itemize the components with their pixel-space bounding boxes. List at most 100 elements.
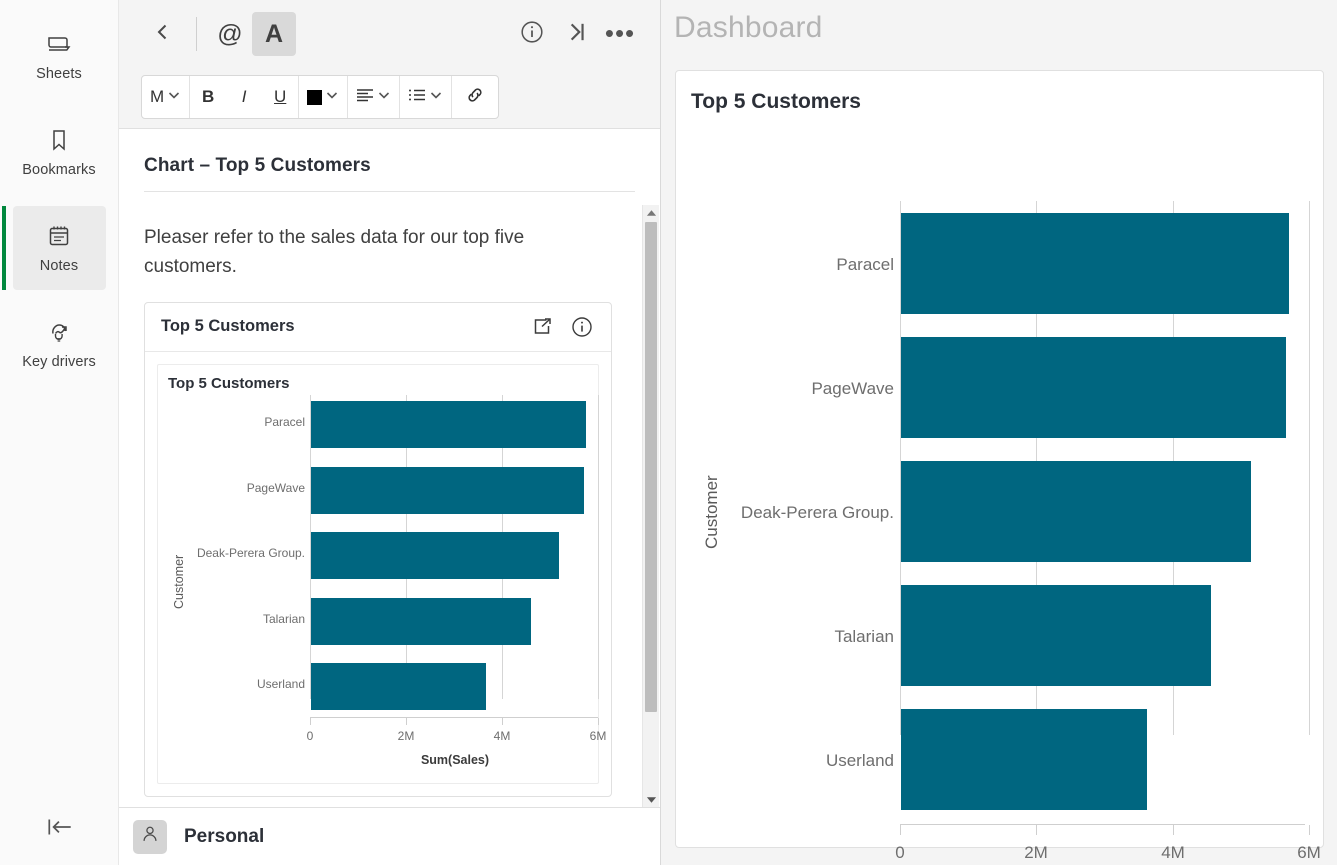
format-group-link — [452, 76, 498, 118]
bold-label: B — [202, 87, 215, 106]
link-icon — [465, 85, 485, 110]
share-export-icon[interactable] — [527, 312, 557, 342]
back-button[interactable] — [141, 12, 185, 56]
bar-paracel[interactable] — [901, 213, 1289, 314]
bold-button[interactable]: B — [190, 76, 226, 118]
main-bar-chart[interactable]: Paracel PageWave Deak-Perera Group. Tala… — [676, 119, 1323, 862]
xtick-label-0: 0 — [306, 728, 314, 743]
tickmark-6m — [1309, 825, 1310, 835]
notes-toolbar-row-format: M B I U — [119, 68, 660, 126]
xtick-label-2m: 2M — [1024, 843, 1048, 862]
sidebar-item-notes[interactable]: Notes — [1, 206, 106, 290]
bar-talarian[interactable] — [901, 585, 1211, 686]
tickmark-0 — [900, 825, 901, 835]
format-bar: M B I U — [141, 75, 500, 119]
dashboard-chart-card[interactable]: Top 5 Customers Paracel PageWave Deak-Pe… — [675, 70, 1324, 862]
bulleted-list-icon — [408, 87, 426, 107]
notes-scrollbar[interactable] — [642, 205, 659, 808]
bar-deak-perera-group[interactable] — [901, 461, 1251, 562]
scroll-up-arrow-icon[interactable] — [643, 205, 660, 221]
notes-footer: Personal — [119, 807, 660, 865]
more-horizontal-icon: ••• — [604, 18, 636, 49]
sidebar-item-label: Sheets — [36, 65, 82, 82]
underline-label: U — [274, 87, 287, 106]
bar-talarian[interactable] — [311, 597, 531, 645]
list-dropdown[interactable] — [400, 76, 451, 118]
key-drivers-icon — [46, 319, 72, 345]
mention-button[interactable]: @ — [208, 12, 252, 56]
format-group-list — [400, 76, 453, 118]
chevron-down-icon — [167, 87, 181, 107]
dashboard-panel: Dashboard Top 5 Customers Paracel PageWa… — [661, 0, 1337, 865]
note-header: Chart – Top 5 Customers — [119, 129, 660, 206]
notes-toolbar-row-primary: @ A ••• — [119, 0, 660, 68]
sidebar-item-bookmarks[interactable]: Bookmarks — [13, 110, 106, 194]
align-dropdown[interactable] — [348, 76, 399, 118]
format-group-size: M — [142, 76, 191, 118]
chevron-down-icon — [377, 87, 391, 107]
sidebar-item-label: Notes — [39, 257, 79, 274]
xtick-label-4m: 4M — [1161, 843, 1185, 862]
sidebar-item-label: Bookmarks — [22, 161, 96, 178]
y-axis-label: Customer — [172, 554, 186, 609]
notes-scrollbar-thumb[interactable] — [645, 222, 657, 712]
category-label-pagewave: PageWave — [246, 480, 305, 495]
tickmark-2m — [1036, 825, 1037, 835]
insert-link-button[interactable] — [452, 76, 498, 118]
notes-owner-label: Personal — [184, 825, 265, 847]
category-label-talarian: Talarian — [834, 627, 894, 646]
note-paragraph: Pleaser refer to the sales data for our … — [144, 227, 525, 277]
bar-userland[interactable] — [311, 662, 486, 710]
sidebar-item-key-drivers[interactable]: Key drivers — [13, 302, 106, 386]
color-swatch-icon — [307, 89, 323, 105]
category-label-paracel: Paracel — [264, 414, 305, 429]
small-bar-chart[interactable]: Paracel PageWave Deak-Perera Group. Tala… — [158, 389, 606, 783]
bar-pagewave[interactable] — [901, 337, 1286, 438]
collapse-right-icon — [564, 20, 588, 49]
notes-panel: @ A ••• M B I U Chart – Top 5 Customers … — [119, 0, 661, 865]
category-label-talarian: Talarian — [262, 611, 305, 626]
notes-toolbar: @ A ••• M B I U — [119, 0, 660, 129]
tickmark-0 — [310, 717, 311, 725]
font-size-dropdown[interactable]: M — [142, 76, 189, 118]
dashboard-chart-title: Top 5 Customers — [691, 90, 861, 113]
category-label-paracel: Paracel — [836, 255, 894, 274]
tickmark-4m — [502, 717, 503, 725]
bar-userland[interactable] — [901, 709, 1147, 810]
bar-deak-perera-group[interactable] — [311, 531, 559, 579]
scroll-down-arrow-icon[interactable] — [643, 792, 660, 808]
note-body[interactable]: Pleaser refer to the sales data for our … — [119, 206, 660, 865]
more-options-button[interactable]: ••• — [598, 12, 642, 56]
embedded-chart-header: Top 5 Customers — [145, 303, 611, 352]
info-circle-icon — [520, 20, 544, 49]
chevron-down-icon — [325, 87, 339, 107]
sidebar-item-sheets[interactable]: Sheets — [13, 14, 106, 98]
xtick-label-2m: 2M — [397, 728, 415, 743]
note-title: Chart – Top 5 Customers — [144, 155, 371, 176]
tickmark-6m — [598, 717, 599, 725]
embedded-chart-card[interactable]: Top 5 Customers Top 5 Customers Paracel … — [144, 301, 612, 797]
bar-paracel[interactable] — [311, 400, 586, 448]
italic-button[interactable]: I — [226, 76, 262, 118]
text-format-button[interactable]: A — [252, 12, 296, 56]
collapse-panel-button[interactable] — [554, 12, 598, 56]
category-label-pagewave: PageWave — [811, 379, 894, 398]
tickmark-2m — [406, 717, 407, 725]
category-label-userland: Userland — [825, 751, 894, 770]
info-circle-icon[interactable] — [567, 312, 597, 342]
bar-pagewave[interactable] — [311, 466, 584, 514]
avatar[interactable] — [133, 819, 167, 854]
format-group-align — [348, 76, 401, 118]
underline-button[interactable]: U — [262, 76, 298, 118]
category-label-deak-perera-group: Deak-Perera Group. — [740, 503, 894, 522]
x-axis-label: Sum(Sales) — [420, 752, 490, 767]
collapse-sidebar-button[interactable] — [0, 793, 119, 865]
x-axis-line — [310, 716, 598, 718]
category-label-userland: Userland — [256, 676, 305, 691]
xtick-label-4m: 4M — [493, 728, 511, 743]
y-axis-label: Customer — [702, 475, 721, 549]
person-icon — [140, 824, 160, 849]
text-color-dropdown[interactable] — [299, 76, 347, 118]
embedded-chart-card-title: Top 5 Customers — [161, 317, 295, 336]
note-info-button[interactable] — [510, 12, 554, 56]
